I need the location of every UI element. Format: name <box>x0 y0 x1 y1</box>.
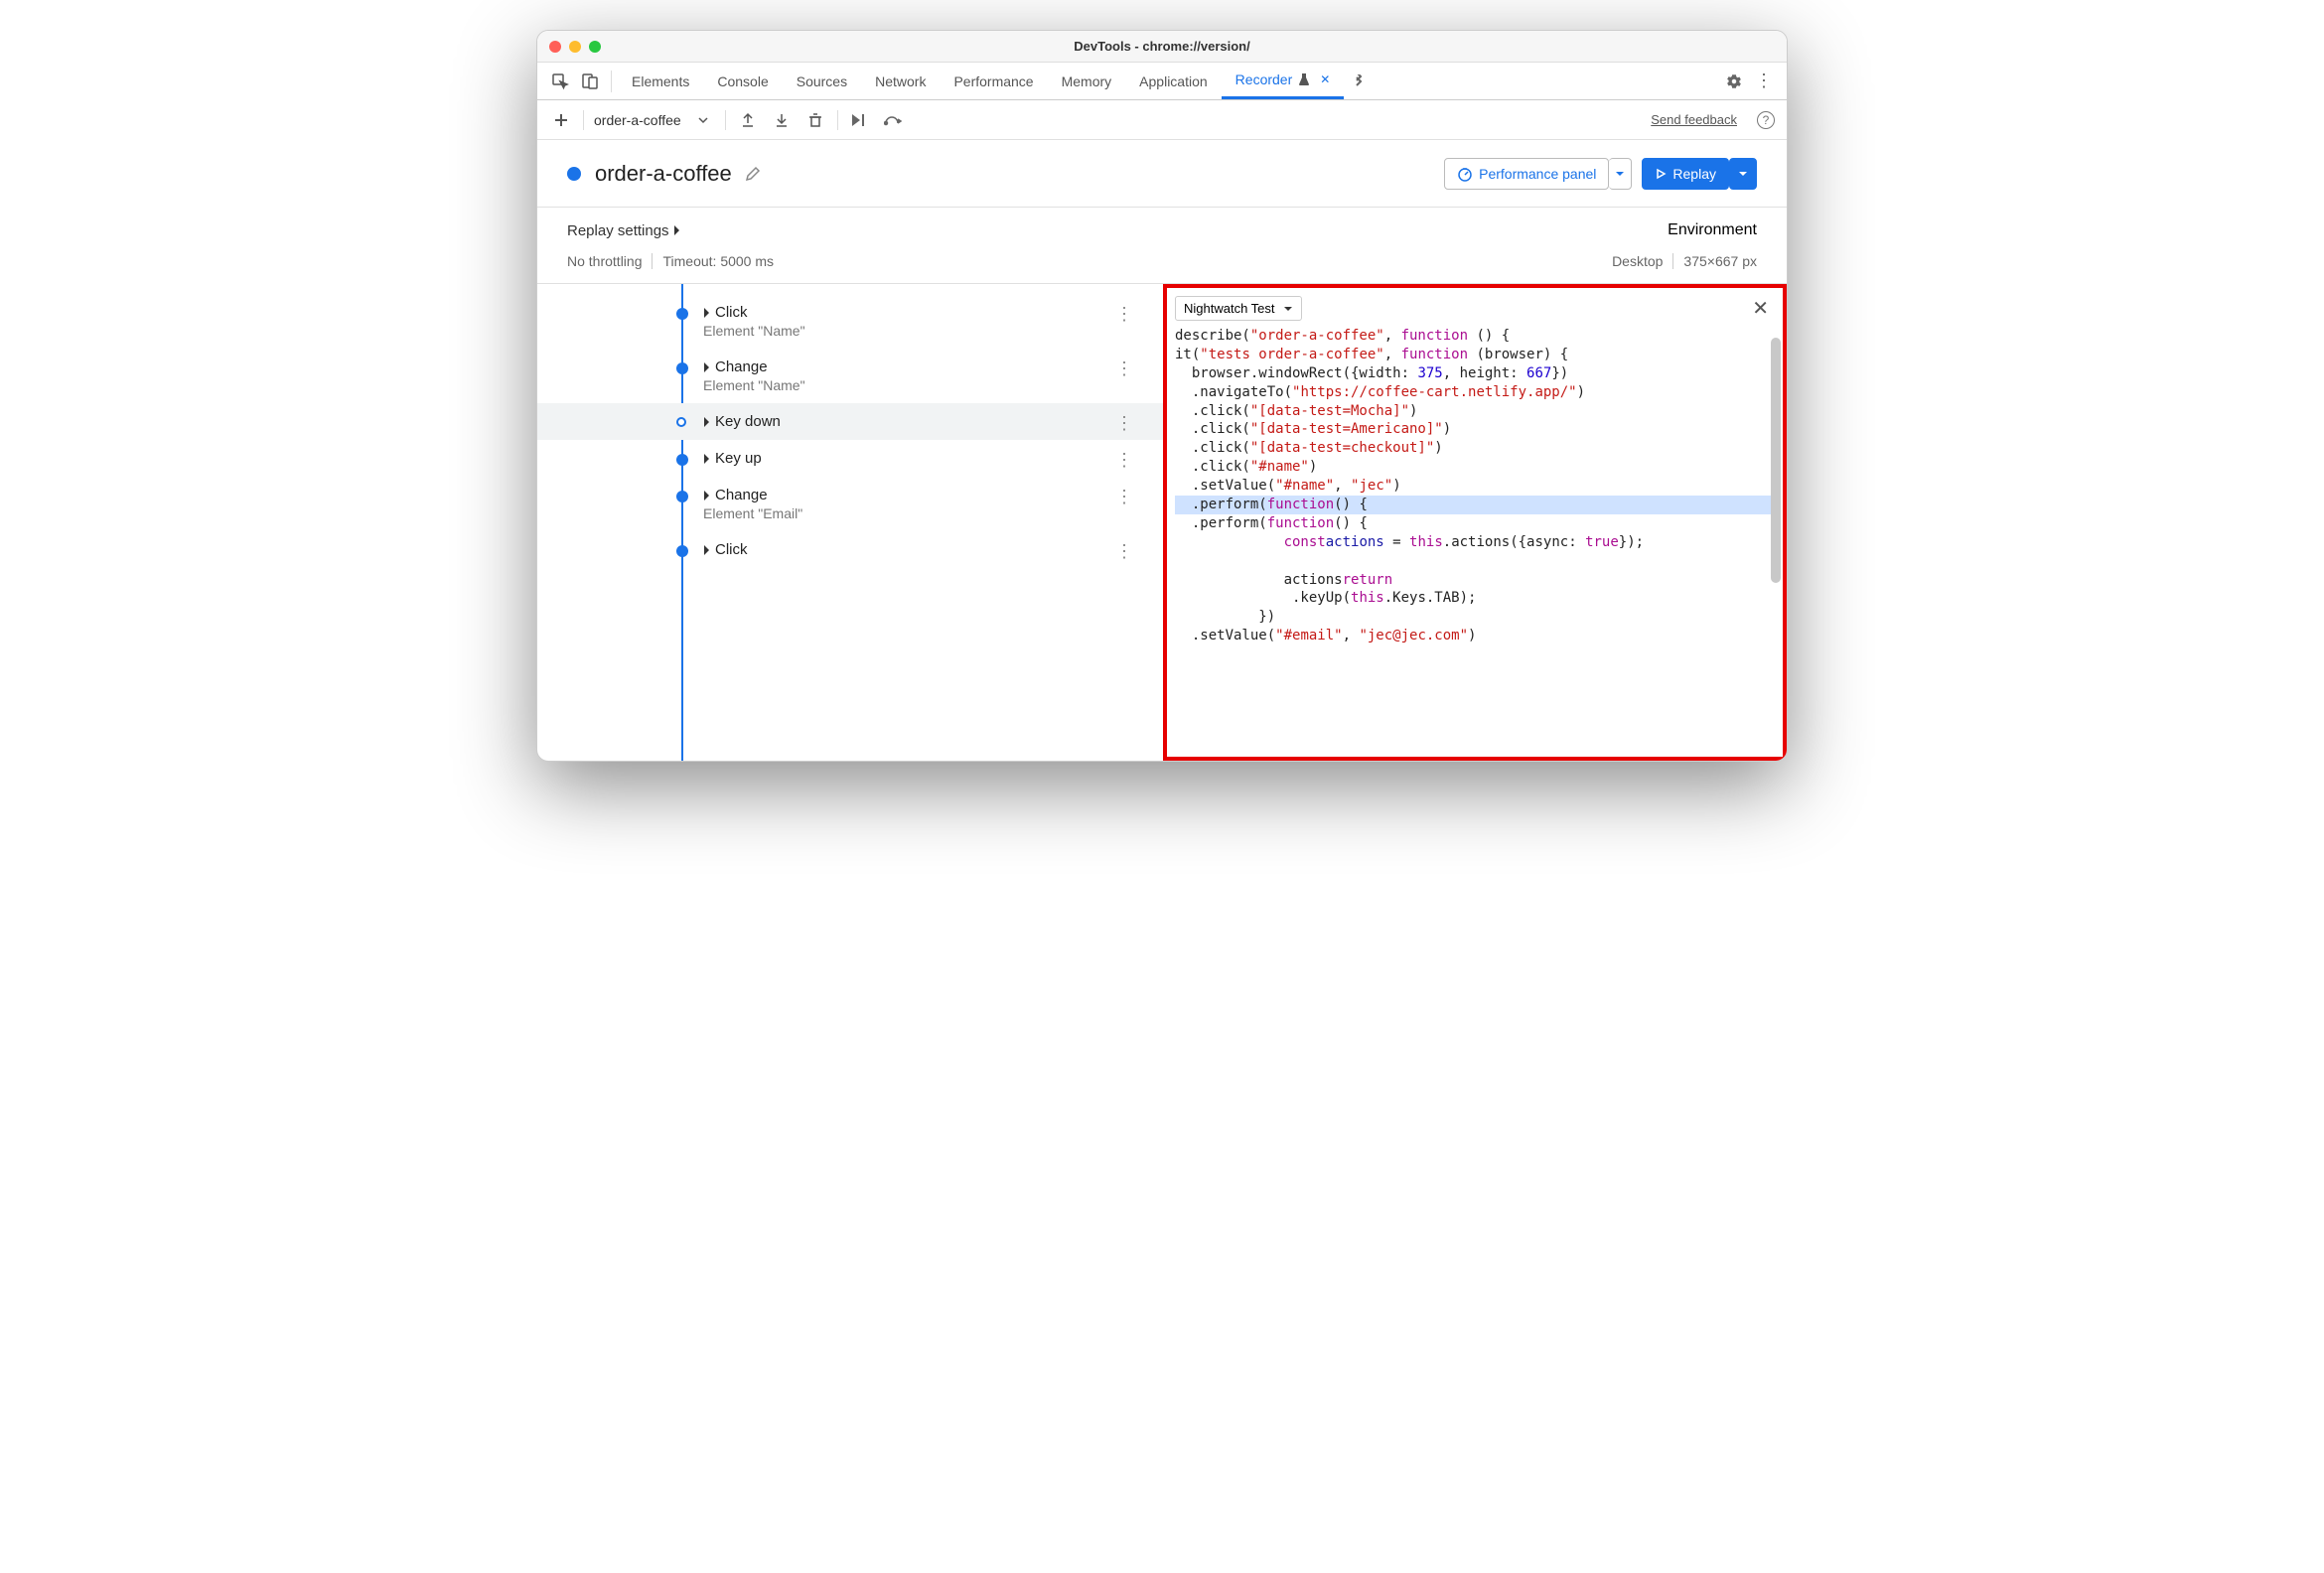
step-menu-icon[interactable]: ⋮ <box>1115 304 1133 325</box>
code-view[interactable]: describe("order-a-coffee", function () {… <box>1175 327 1775 750</box>
tab-sources[interactable]: Sources <box>783 63 861 99</box>
step-menu-icon[interactable]: ⋮ <box>1115 487 1133 507</box>
env-size: 375×667 px <box>1683 253 1757 269</box>
recording-status-dot <box>567 167 581 181</box>
inspect-icon[interactable] <box>549 71 571 92</box>
delete-icon[interactable] <box>803 108 827 132</box>
step-marker-icon <box>676 454 688 466</box>
edit-title-icon[interactable] <box>744 165 762 183</box>
performance-panel-button[interactable]: Performance panel <box>1444 158 1609 190</box>
step-row[interactable]: Key up ⋮ <box>537 440 1163 477</box>
devtools-tabbar: ElementsConsoleSourcesNetworkPerformance… <box>537 63 1787 100</box>
step-title: Click <box>703 541 748 558</box>
step-marker-icon <box>676 545 688 557</box>
step-menu-icon[interactable]: ⋮ <box>1115 413 1133 434</box>
replay-settings-row: Replay settings Environment <box>537 208 1787 249</box>
recording-name[interactable]: order-a-coffee <box>594 112 681 128</box>
performance-panel-dropdown[interactable] <box>1609 158 1632 190</box>
device-toggle-icon[interactable] <box>579 71 601 92</box>
step-subtitle: Element "Name" <box>703 377 805 393</box>
replay-button[interactable]: Replay <box>1642 158 1729 190</box>
export-icon[interactable] <box>736 108 760 132</box>
main-content: Click Element "Name" ⋮ Change Element "Name… <box>537 284 1787 761</box>
step-icon[interactable] <box>882 108 906 132</box>
step-marker-icon <box>676 308 688 320</box>
kebab-menu-icon[interactable]: ⋮ <box>1753 71 1775 92</box>
step-subtitle: Element "Email" <box>703 505 802 521</box>
step-marker-icon <box>676 362 688 374</box>
step-title: Key down <box>703 413 781 430</box>
help-icon[interactable]: ? <box>1757 111 1775 129</box>
step-menu-icon[interactable]: ⋮ <box>1115 358 1133 379</box>
close-tab-icon[interactable]: ✕ <box>1320 72 1330 86</box>
titlebar: DevTools - chrome://version/ <box>537 31 1787 63</box>
replay-dropdown[interactable] <box>1729 158 1757 190</box>
tab-console[interactable]: Console <box>703 63 782 99</box>
replay-settings-toggle[interactable]: Replay settings <box>567 222 681 239</box>
tab-network[interactable]: Network <box>861 63 940 99</box>
recorder-toolbar: order-a-coffee Send feedback ? <box>537 100 1787 140</box>
import-icon[interactable] <box>770 108 794 132</box>
step-subtitle: Element "Name" <box>703 323 805 339</box>
recording-title: order-a-coffee <box>595 161 732 187</box>
settings-gear-icon[interactable] <box>1723 71 1745 92</box>
window-title: DevTools - chrome://version/ <box>537 39 1787 54</box>
step-title: Click <box>703 304 805 321</box>
code-export-panel: Nightwatch Test ✕ describe("order-a-coff… <box>1163 284 1787 761</box>
step-menu-icon[interactable]: ⋮ <box>1115 541 1133 562</box>
step-title: Change <box>703 487 802 503</box>
tab-application[interactable]: Application <box>1125 63 1222 99</box>
tab-memory[interactable]: Memory <box>1048 63 1126 99</box>
experiment-flask-icon <box>1298 72 1310 86</box>
recording-dropdown-icon[interactable] <box>691 108 715 132</box>
step-marker-icon <box>676 491 688 502</box>
steps-pane: Click Element "Name" ⋮ Change Element "Name… <box>537 284 1163 761</box>
send-feedback-link[interactable]: Send feedback <box>1651 112 1737 127</box>
step-marker-icon <box>676 417 686 427</box>
export-format-dropdown[interactable]: Nightwatch Test <box>1175 296 1302 321</box>
step-row[interactable]: Click ⋮ <box>537 531 1163 568</box>
env-device: Desktop <box>1612 253 1663 269</box>
step-row[interactable]: Change Element "Email" ⋮ <box>537 477 1163 531</box>
step-menu-icon[interactable]: ⋮ <box>1115 450 1133 471</box>
step-row[interactable]: Click Element "Name" ⋮ <box>537 294 1163 349</box>
timeout-value: Timeout: 5000 ms <box>662 253 774 269</box>
recording-header: order-a-coffee Performance panel Replay <box>537 140 1787 208</box>
tab-performance[interactable]: Performance <box>940 63 1047 99</box>
continue-icon[interactable] <box>848 108 872 132</box>
add-recording-button[interactable] <box>549 108 573 132</box>
tab-elements[interactable]: Elements <box>618 63 703 99</box>
close-code-panel-icon[interactable]: ✕ <box>1746 296 1775 321</box>
step-title: Change <box>703 358 805 375</box>
devtools-window: DevTools - chrome://version/ ElementsCon… <box>536 30 1788 762</box>
step-row[interactable]: Key down ⋮ <box>537 403 1163 440</box>
step-title: Key up <box>703 450 762 467</box>
more-tabs-icon[interactable] <box>1348 71 1370 92</box>
step-row[interactable]: Change Element "Name" ⋮ <box>537 349 1163 403</box>
tab-recorder[interactable]: Recorder✕ <box>1222 63 1345 99</box>
environment-label: Environment <box>1668 221 1757 239</box>
throttle-row: No throttling Timeout: 5000 ms Desktop 3… <box>537 249 1787 284</box>
throttle-value: No throttling <box>567 253 642 269</box>
code-scrollbar[interactable] <box>1771 338 1781 747</box>
